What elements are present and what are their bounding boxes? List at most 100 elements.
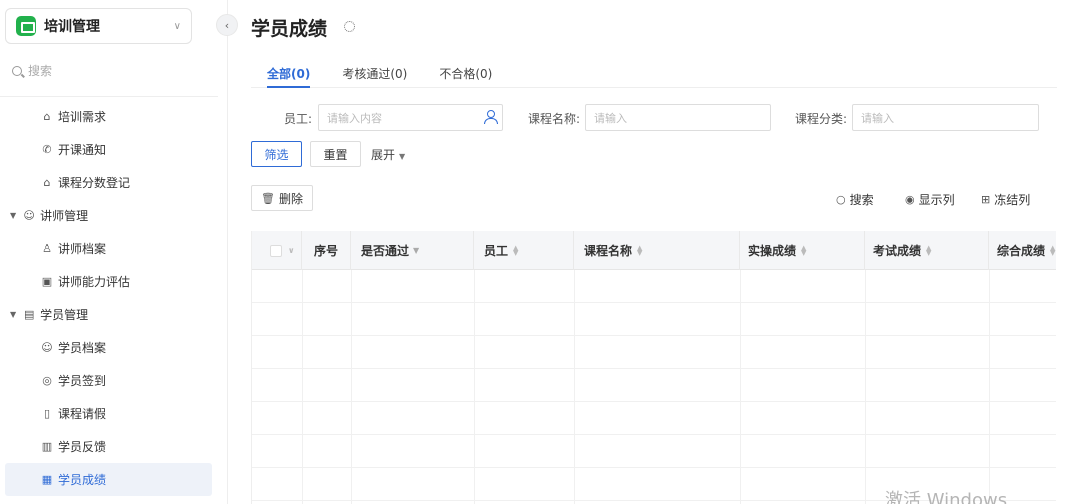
sidebar-item-label: 课程请假 [58,407,107,421]
course-category-placeholder: 请输入 [861,111,894,125]
filter-button[interactable]: 筛选 [251,141,302,167]
main-content: 学员成绩 全部(0) 考核通过(0) 不合格(0) 员工: 请输入内容 课程名称: … [229,0,1080,504]
scores-table: ∨ 序号 是否通过 ▼ 员工 ▲ ▼ 课程名称 ▲ ▼ 实操成绩 ▲ ▼ 考试成绩 ▲ ▼ 综合成绩 ▲ ▼ [251,231,1056,504]
sidebar-item-label: 讲师管理 [40,209,89,223]
id-card-icon: ▤ [23,308,35,321]
sidebar-item-1[interactable]: ✆ 开课通知 [0,133,228,166]
table-row [252,336,1056,369]
sidebar-item-label: 学员档案 [58,341,107,355]
sort-icon[interactable]: ▲ ▼ [926,244,931,256]
employee-label: 员工: [284,112,313,126]
phone-device-icon: ▯ [43,407,51,420]
column-header-3[interactable]: 课程名称 ▲ ▼ [574,231,740,270]
collapse-sidebar-button[interactable]: ‹ [216,14,238,36]
eye-icon: ◉ [905,193,915,206]
page-title: 学员成绩 [251,18,328,40]
graduation-cap-icon: ⌂ [43,176,51,189]
employee-input[interactable]: 请输入内容 [318,104,503,131]
chevron-down-icon: ∨ [173,20,181,32]
phone-icon: ✆ [42,143,52,156]
filter-icon[interactable]: ▼ [413,246,419,255]
delete-label: 删除 [278,191,303,206]
sidebar-item-3[interactable]: ▼ ☺ 讲师管理 [0,199,228,232]
column-header-0[interactable]: 序号 [302,231,351,270]
search-button[interactable]: ○ 搜索 [836,191,874,208]
freeze-columns-label: 冻结列 [994,193,1031,207]
course-name-placeholder: 请输入 [594,111,627,125]
grid-icon: ⊞ [981,193,991,206]
tab-0[interactable]: 全部(0) [251,58,326,88]
document-icon: ▥ [41,440,53,453]
search-icon [12,65,22,76]
table-header: ∨ 序号 是否通过 ▼ 员工 ▲ ▼ 课程名称 ▲ ▼ 实操成绩 ▲ ▼ 考试成绩 ▲ ▼ 综合成绩 ▲ ▼ [252,231,1056,270]
sidebar: 培训管理 ∨ 搜索 ⌂ 培训需求 ✆ 开课通知 ⌂ 课程分数登记 ▼ ☺ 讲师管理 ♙ 讲师档案 ▣ 讲… [0,0,228,504]
column-header-1[interactable]: 是否通过 ▼ [351,231,474,270]
show-columns-label: 显示列 [918,193,955,207]
sidebar-item-11[interactable]: ▦ 学员成绩 [5,463,212,496]
table-row [252,402,1056,435]
select-all-cell[interactable]: ∨ [252,231,302,270]
sidebar-item-9[interactable]: ▯ 课程请假 [0,397,228,430]
column-header-4[interactable]: 实操成绩 ▲ ▼ [740,231,865,270]
trash-icon: 🗑 [261,191,275,205]
sort-icon[interactable]: ▲ ▼ [801,244,806,256]
tab-2[interactable]: 不合格(0) [423,58,508,87]
sidebar-item-5[interactable]: ▣ 讲师能力评估 [0,265,228,298]
column-header-label: 课程名称 [584,244,633,258]
column-header-label: 实操成绩 [748,244,797,258]
course-name-input[interactable]: 请输入 [585,104,771,131]
course-category-input[interactable]: 请输入 [852,104,1039,131]
search-icon: ○ [836,193,846,206]
column-header-2[interactable]: 员工 ▲ ▼ [474,231,574,270]
sidebar-item-2[interactable]: ⌂ 课程分数登记 [0,166,228,199]
sidebar-item-8[interactable]: ◎ 学员签到 [0,364,228,397]
caret-down-icon: ▼ [10,310,17,319]
column-header-label: 序号 [314,244,339,258]
sidebar-item-6[interactable]: ▼ ▤ 学员管理 [0,298,228,331]
sidebar-item-10[interactable]: ▥ 学员反馈 [0,430,228,463]
sidebar-search[interactable]: 搜索 [12,62,52,79]
app-switcher[interactable]: 培训管理 ∨ [5,8,192,44]
freeze-columns-button[interactable]: ⊞ 冻结列 [981,191,1030,208]
sidebar-item-4[interactable]: ♙ 讲师档案 [0,232,228,265]
expand-label: 展开 [371,148,396,162]
sidebar-item-0[interactable]: ⌂ 培训需求 [0,100,228,133]
user-icon: ♙ [42,242,52,255]
app-logo-icon [16,16,36,36]
column-header-label: 综合成绩 [997,244,1046,258]
sidebar-item-label: 学员管理 [40,308,89,322]
course-category-label: 课程分类: [795,112,848,126]
reset-button[interactable]: 重置 [310,141,361,167]
sidebar-item-label: 学员签到 [58,374,107,388]
sort-icon[interactable]: ▲ ▼ [1050,244,1055,256]
sidebar-item-label: 培训需求 [58,110,107,124]
select-all-checkbox[interactable] [270,244,282,257]
show-columns-button[interactable]: ◉ 显示列 [905,191,955,208]
employee-placeholder: 请输入内容 [327,111,382,125]
sort-icon[interactable]: ▲ ▼ [637,244,642,256]
location-icon: ◎ [42,374,52,387]
chart-icon: ▣ [41,275,53,288]
column-header-5[interactable]: 考试成绩 ▲ ▼ [865,231,989,270]
expand-toggle[interactable]: 展开 ▼ [371,146,405,163]
sidebar-item-7[interactable]: ☺ 学员档案 [0,331,228,364]
table-row [252,270,1056,303]
gear-icon[interactable] [344,21,355,32]
users-icon: ☺ [23,209,35,222]
caret-down-icon: ▼ [399,152,406,161]
delete-button[interactable]: 🗑 删除 [251,185,313,211]
sort-icon[interactable]: ▲ ▼ [513,244,518,256]
sidebar-item-label: 讲师能力评估 [58,275,131,289]
cards-icon: ▦ [41,473,53,486]
chevron-down-icon[interactable]: ∨ [288,246,295,255]
windows-activation-watermark: 激活 Windows [885,490,1008,504]
sidebar-search-placeholder: 搜索 [28,64,53,78]
search-label: 搜索 [849,193,874,207]
user-picker-icon[interactable] [484,110,498,124]
column-header-6[interactable]: 综合成绩 ▲ ▼ [989,231,1056,270]
tab-1[interactable]: 考核通过(0) [326,58,423,87]
course-name-label: 课程名称: [528,112,581,126]
table-row [252,303,1056,336]
sidebar-item-label: 学员成绩 [58,473,107,487]
sidebar-item-label: 开课通知 [58,143,107,157]
